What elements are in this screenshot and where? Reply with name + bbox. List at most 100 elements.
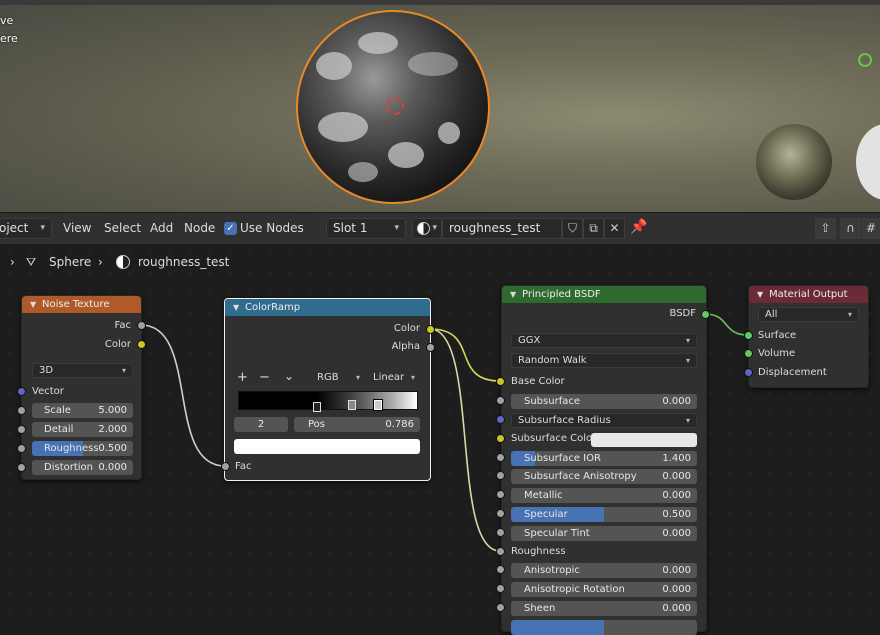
anisotropic-field[interactable]: Anisotropic 0.000 bbox=[511, 563, 697, 578]
specular-input-socket[interactable] bbox=[496, 509, 505, 518]
color-gradient-bar[interactable] bbox=[238, 391, 418, 410]
active-color-stop-handle[interactable] bbox=[373, 399, 383, 411]
specular-tint-input-socket[interactable] bbox=[496, 528, 505, 537]
specular-tint-field[interactable]: Specular Tint 0.000 bbox=[511, 526, 697, 541]
input-fac-label: Fac bbox=[235, 461, 252, 472]
material-browse-button[interactable]: ▾ bbox=[412, 218, 442, 239]
output-color-label: Color bbox=[104, 339, 131, 350]
material-sphere-icon bbox=[417, 222, 430, 235]
select-menu[interactable]: Select bbox=[104, 217, 141, 239]
subsurface-anisotropy-field[interactable]: Subsurface Anisotropy 0.000 bbox=[511, 469, 697, 484]
subsurface-ior-field[interactable]: Subsurface IOR 1.400 bbox=[511, 451, 697, 466]
navigation-gizmo-y-axis-icon[interactable] bbox=[858, 53, 872, 67]
add-menu[interactable]: Add bbox=[150, 217, 173, 239]
sheen-input-socket[interactable] bbox=[496, 603, 505, 612]
collapse-chevron-icon[interactable]: ▼ bbox=[510, 286, 516, 303]
output-target-dropdown[interactable]: All ▾ bbox=[758, 307, 859, 322]
active-stop-index-field[interactable]: 2 bbox=[234, 417, 288, 432]
pin-icon[interactable]: 📌 bbox=[630, 219, 647, 235]
remove-stop-minus-icon[interactable]: − bbox=[259, 370, 270, 385]
colorramp-header[interactable]: ▼ ColorRamp bbox=[225, 299, 430, 316]
metallic-input-socket[interactable] bbox=[496, 490, 505, 499]
surface-input-socket[interactable] bbox=[744, 331, 753, 340]
subsurface-field[interactable]: Subsurface 0.000 bbox=[511, 394, 697, 409]
specular-field[interactable]: Specular 0.500 bbox=[511, 507, 697, 522]
scale-field[interactable]: Scale 5.000 bbox=[32, 403, 133, 418]
stop-position-field[interactable]: Pos 0.786 bbox=[294, 417, 420, 432]
sheen-tint-field[interactable] bbox=[511, 620, 697, 635]
subsurface-color-input-socket[interactable] bbox=[496, 434, 505, 443]
noise-fac-output-socket[interactable] bbox=[137, 321, 146, 330]
distribution-dropdown[interactable]: GGX ▾ bbox=[511, 333, 697, 348]
subsurface-ior-input-socket[interactable] bbox=[496, 453, 505, 462]
node-menu[interactable]: Node bbox=[184, 217, 215, 239]
anisotropic-rotation-field[interactable]: Anisotropic Rotation 0.000 bbox=[511, 582, 697, 597]
principled-bsdf-header[interactable]: ▼ Principled BSDF bbox=[502, 286, 706, 303]
collapse-chevron-icon[interactable]: ▼ bbox=[233, 299, 239, 316]
view-menu[interactable]: View bbox=[63, 217, 91, 239]
input-surface-label: Surface bbox=[758, 330, 797, 341]
roughness-field[interactable]: Roughness 0.500 bbox=[32, 441, 133, 456]
displacement-input-socket[interactable] bbox=[744, 368, 753, 377]
subsurface-color-swatch[interactable] bbox=[591, 433, 697, 447]
material-output-header[interactable]: ▼ Material Output bbox=[749, 286, 868, 303]
colorramp-alpha-output-socket[interactable] bbox=[426, 343, 435, 352]
material-output-node[interactable]: ▼ Material Output All ▾ Surface Volume Dis… bbox=[748, 285, 869, 388]
colorramp-color-output-socket[interactable] bbox=[426, 325, 435, 334]
parent-node-tree-up-icon[interactable]: ⇧ bbox=[815, 218, 836, 239]
anisotropic-rotation-input-socket[interactable] bbox=[496, 584, 505, 593]
volume-input-socket[interactable] bbox=[744, 349, 753, 358]
3d-viewport[interactable]: ve ere bbox=[0, 0, 880, 212]
noise-distortion-input-socket[interactable] bbox=[17, 463, 26, 472]
noise-color-output-socket[interactable] bbox=[137, 340, 146, 349]
ramp-menu-chevron-icon[interactable]: ⌄ bbox=[284, 369, 294, 383]
duplicate-material-icon[interactable]: ⧉ bbox=[583, 218, 604, 239]
color-stop-handle[interactable] bbox=[348, 400, 356, 410]
color-mode-dropdown[interactable]: RGB ▾ bbox=[311, 371, 366, 386]
hdri-preview-sphere[interactable] bbox=[756, 124, 832, 200]
bsdf-output-socket[interactable] bbox=[701, 310, 710, 319]
noise-texture-header[interactable]: ▼ Noise Texture bbox=[22, 296, 141, 313]
snap-grid-icon[interactable]: # bbox=[862, 218, 880, 239]
metallic-field[interactable]: Metallic 0.000 bbox=[511, 488, 697, 503]
stop-color-swatch[interactable] bbox=[234, 439, 420, 454]
fake-user-shield-icon[interactable]: ⛉ bbox=[562, 218, 583, 239]
noise-scale-input-socket[interactable] bbox=[17, 406, 26, 415]
colorramp-node[interactable]: ▼ ColorRamp Color Alpha + − ⌄ RGB ▾ Linear… bbox=[224, 298, 431, 481]
unlink-material-close-icon[interactable]: ✕ bbox=[604, 218, 625, 239]
distortion-field[interactable]: Distortion 0.000 bbox=[32, 460, 133, 475]
subsurface-input-socket[interactable] bbox=[496, 396, 505, 405]
detail-field[interactable]: Detail 2.000 bbox=[32, 422, 133, 437]
noise-texture-node[interactable]: ▼ Noise Texture Fac Color 3D ▾ Vector Scal… bbox=[21, 295, 142, 480]
input-base-color-label: Base Color bbox=[511, 376, 565, 387]
dimensions-dropdown[interactable]: 3D ▾ bbox=[32, 363, 133, 378]
subsurface-radius-input-socket[interactable] bbox=[496, 415, 505, 424]
collapse-chevron-icon[interactable]: ▼ bbox=[30, 296, 36, 313]
color-stop-handle[interactable] bbox=[313, 402, 321, 412]
sheen-field[interactable]: Sheen 0.000 bbox=[511, 601, 697, 616]
use-nodes-label: Use Nodes bbox=[240, 221, 304, 235]
noise-vector-input-socket[interactable] bbox=[17, 387, 26, 396]
3d-cursor-icon bbox=[386, 97, 404, 115]
principled-bsdf-node[interactable]: ▼ Principled BSDF BSDF GGX ▾ Random Walk ▾ … bbox=[501, 285, 707, 635]
subsurface-anisotropy-input-socket[interactable] bbox=[496, 471, 505, 480]
anisotropic-input-socket[interactable] bbox=[496, 565, 505, 574]
colorramp-fac-input-socket[interactable] bbox=[221, 462, 230, 471]
viewport-overlay-text: ere bbox=[0, 32, 18, 45]
noise-detail-input-socket[interactable] bbox=[17, 425, 26, 434]
base-color-input-socket[interactable] bbox=[496, 377, 505, 386]
use-nodes-checkbox[interactable]: ✓ bbox=[224, 222, 237, 235]
material-slot-dropdown[interactable]: Slot 1 ▾ bbox=[326, 218, 406, 239]
collapse-chevron-icon[interactable]: ▼ bbox=[757, 286, 763, 303]
subsurface-method-dropdown[interactable]: Random Walk ▾ bbox=[511, 353, 697, 368]
material-name-field[interactable]: roughness_test bbox=[442, 218, 562, 239]
interpolation-dropdown[interactable]: Linear ▾ bbox=[367, 371, 421, 386]
roughness-input-socket[interactable] bbox=[496, 547, 505, 556]
add-stop-plus-icon[interactable]: + bbox=[237, 370, 248, 385]
output-fac-label: Fac bbox=[114, 320, 131, 331]
object-type-dropdown[interactable]: oject ▾ bbox=[0, 218, 52, 239]
subsurface-radius-dropdown[interactable]: Subsurface Radius ▾ bbox=[511, 413, 697, 428]
white-sphere-object[interactable] bbox=[856, 124, 880, 200]
noise-roughness-input-socket[interactable] bbox=[17, 444, 26, 453]
snapping-magnet-icon[interactable]: ∩ bbox=[840, 218, 861, 239]
